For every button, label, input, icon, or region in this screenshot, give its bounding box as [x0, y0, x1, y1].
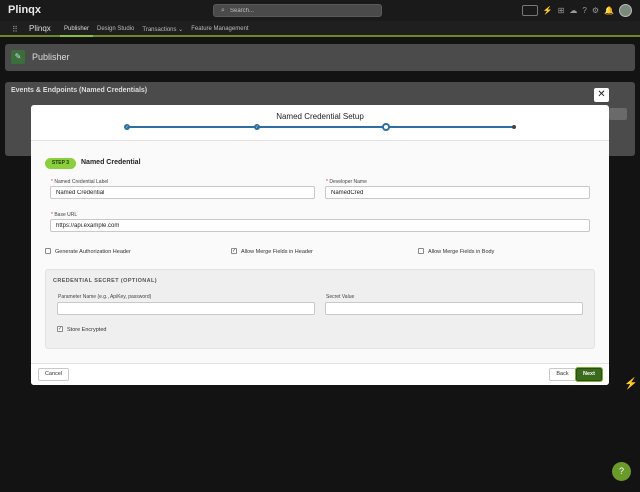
credential-secret-section: CREDENTIAL SECRET (OPTIONAL) Parameter N… — [45, 269, 595, 349]
modal-header: Named Credential Setup ✓ ✓ — [31, 105, 609, 141]
nav-item-feature-management[interactable]: Feature Management — [187, 21, 252, 37]
page-header: ✎ Publisher — [5, 44, 635, 71]
named-credential-modal: Named Credential Setup ✓ ✓ STEP 3 Named … — [31, 105, 609, 385]
top-bar: Plinqx ⌕ ⚡ ⊞ ☁ ? ⚙ 🔔 — [0, 0, 640, 21]
nav-item-publisher[interactable]: Publisher — [60, 21, 94, 37]
page-title: Publisher — [32, 52, 70, 62]
search-icon: ⌕ — [221, 7, 225, 14]
bell-icon[interactable]: 🔔 — [604, 6, 614, 15]
bolt-icon[interactable]: ⚡ — [624, 377, 638, 390]
app-launcher-icon[interactable]: ⠿ — [12, 25, 18, 34]
progress-step-2: ✓ — [254, 124, 260, 130]
global-search[interactable]: ⌕ — [213, 4, 382, 17]
modal-footer: Cancel Back Next — [31, 363, 609, 385]
merge-body-label: Allow Merge Fields in Body — [428, 249, 495, 255]
developer-name-input[interactable] — [325, 186, 590, 199]
param-name-label: Parameter Name (e.g., ApiKey, password) — [58, 294, 152, 300]
avatar[interactable] — [619, 4, 632, 17]
progress-track — [127, 126, 514, 128]
bolt-icon[interactable]: ⚡ — [543, 6, 553, 15]
dev-name-field-label: * Developer Name — [326, 179, 367, 185]
nav-item-transactions[interactable]: Transactions ⌄ — [138, 21, 187, 37]
brand-logo: Plinqx — [8, 4, 42, 16]
panel-title: Events & Endpoints (Named Credentials) — [11, 87, 148, 94]
merge-body-checkbox[interactable] — [418, 248, 424, 254]
secret-value-label: Secret Value — [326, 294, 355, 300]
header-actions: ⚡ ⊞ ☁ ? ⚙ 🔔 — [521, 3, 632, 18]
favorites-button[interactable] — [521, 5, 538, 16]
progress-step-1: ✓ — [124, 124, 130, 130]
search-input[interactable] — [230, 6, 370, 16]
store-encrypted-checkbox[interactable]: ✓ — [57, 326, 63, 332]
store-encrypted-label: Store Encrypted — [67, 327, 107, 333]
param-name-input[interactable] — [57, 302, 315, 315]
named-credential-label-input[interactable] — [50, 186, 315, 199]
base-url-input[interactable] — [50, 219, 590, 232]
trailhead-icon[interactable]: ☁ — [569, 6, 577, 15]
nav-bar: ⠿ Plinqx Publisher Design Studio Transac… — [0, 21, 640, 37]
add-icon[interactable]: ⊞ — [558, 6, 565, 15]
merge-header-checkbox[interactable]: ✓ — [231, 248, 237, 254]
help-icon[interactable]: ? — [582, 6, 586, 15]
next-button[interactable]: Next — [576, 368, 602, 381]
help-icon[interactable]: ? — [612, 462, 631, 481]
gen-auth-header-checkbox[interactable] — [45, 248, 51, 254]
step-title: Named Credential — [81, 159, 141, 166]
label-field-label: * Named Credential Label — [51, 179, 109, 185]
modal-title: Named Credential Setup — [276, 112, 364, 121]
back-button[interactable]: Back — [549, 368, 576, 381]
cancel-button[interactable]: Cancel — [38, 368, 69, 381]
gear-icon[interactable]: ⚙ — [592, 6, 599, 15]
base-url-field-label: * Base URL — [51, 212, 78, 218]
progress-step-3 — [382, 123, 390, 131]
step-badge: STEP 3 — [45, 158, 76, 169]
merge-header-label: Allow Merge Fields in Header — [241, 249, 313, 255]
close-button[interactable]: ✕ — [594, 88, 609, 102]
gen-auth-header-label: Generate Authorization Header — [55, 249, 131, 255]
app-name: Plinqx — [29, 24, 51, 33]
nav-item-design-studio[interactable]: Design Studio — [93, 21, 138, 37]
modal-body: STEP 3 Named Credential * Named Credenti… — [31, 141, 609, 363]
progress-step-4 — [512, 125, 516, 129]
filter-button[interactable] — [609, 108, 627, 120]
publisher-icon: ✎ — [11, 50, 25, 64]
secret-value-input[interactable] — [325, 302, 583, 315]
secret-section-title: CREDENTIAL SECRET (OPTIONAL) — [53, 278, 157, 284]
